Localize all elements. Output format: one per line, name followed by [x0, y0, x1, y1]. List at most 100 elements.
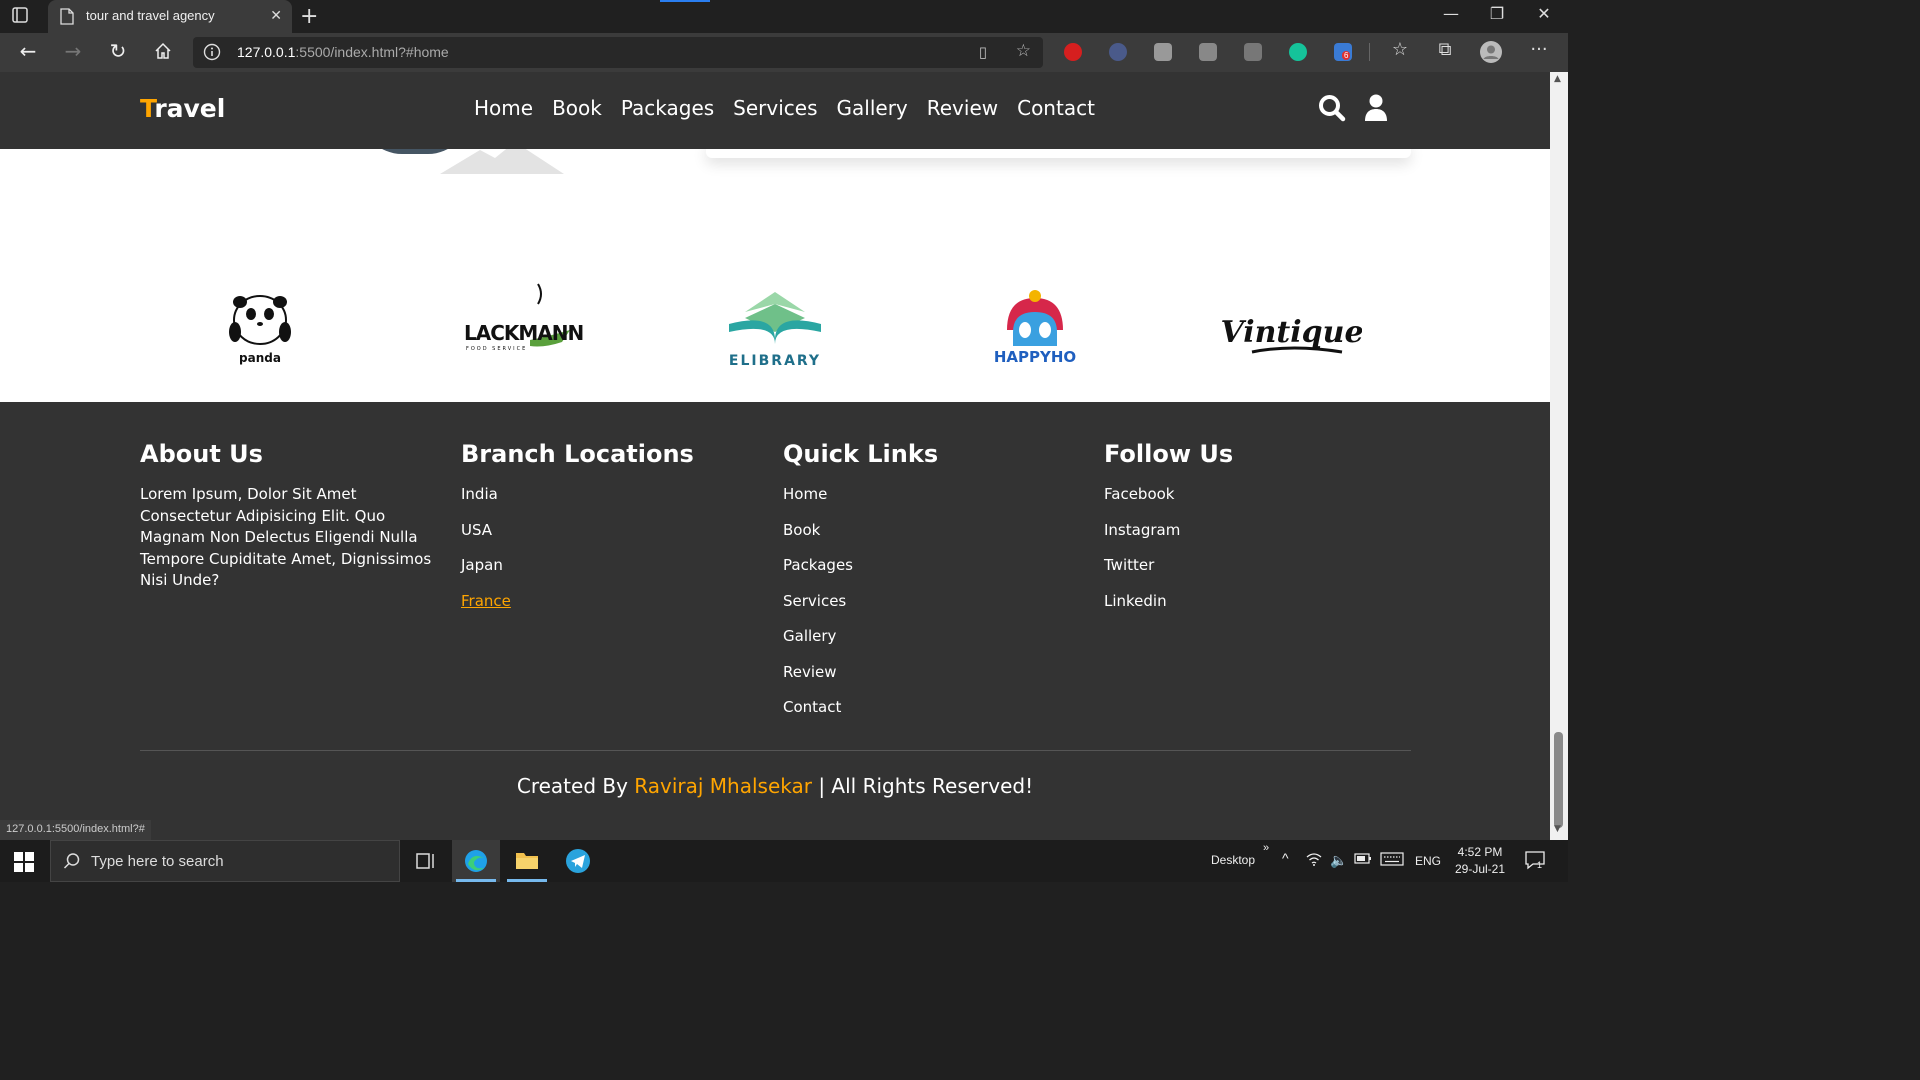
svg-text:FOOD SERVICE: FOOD SERVICE [466, 346, 527, 352]
collections-icon[interactable]: ⧉ [1434, 39, 1456, 60]
notifications-icon[interactable]: 1 [1525, 851, 1547, 874]
nav-book[interactable]: Book [552, 96, 602, 120]
page-viewport: Travel Home Book Packages Services Galle… [0, 72, 1550, 840]
browser-tab-bar: tour and travel agency ✕ + — ❐ ✕ [0, 0, 1568, 33]
nav-packages[interactable]: Packages [621, 96, 714, 120]
svg-text:HAPPYHO: HAPPYHO [994, 348, 1076, 366]
footer-divider [140, 750, 1411, 751]
tab-actions-icon[interactable] [12, 7, 38, 27]
refresh-icon[interactable]: ↻ [104, 39, 132, 65]
nav-services[interactable]: Services [733, 96, 817, 120]
tab-title: tour and travel agency [86, 8, 215, 23]
branch-link-usa[interactable]: USA [461, 520, 761, 556]
brand-lackmann-logo: LACKMANN FOOD SERVICE [448, 282, 588, 372]
file-explorer-icon[interactable] [503, 840, 551, 882]
reading-view-icon[interactable]: ▯ [979, 43, 987, 61]
extension-icon[interactable] [1109, 43, 1127, 61]
taskbar-search[interactable]: Type here to search [50, 840, 400, 882]
edge-browser-icon[interactable] [452, 840, 500, 882]
branch-link-france[interactable]: France [461, 591, 761, 627]
svg-text:LACKMANN: LACKMANN [464, 321, 583, 345]
system-clock[interactable]: 4:52 PM 29-Jul-21 [1448, 844, 1512, 878]
quick-link-book[interactable]: Book [783, 520, 1083, 556]
scroll-down-icon[interactable]: ▼ [1554, 824, 1561, 834]
loading-indicator [660, 0, 710, 2]
site-info-icon[interactable] [203, 43, 221, 65]
nav-gallery[interactable]: Gallery [837, 96, 908, 120]
telegram-icon[interactable] [554, 840, 602, 882]
quick-link-home[interactable]: Home [783, 484, 1083, 520]
follow-link-linkedin[interactable]: Linkedin [1104, 591, 1404, 627]
extension-icon[interactable] [1199, 43, 1217, 61]
favorites-icon[interactable]: ☆ [1389, 39, 1411, 60]
quick-link-contact[interactable]: Contact [783, 697, 1083, 733]
quick-link-gallery[interactable]: Gallery [783, 626, 1083, 662]
follow-link-facebook[interactable]: Facebook [1104, 484, 1404, 520]
quick-link-services[interactable]: Services [783, 591, 1083, 627]
brand-panda-logo: panda [190, 282, 330, 372]
network-icon[interactable] [1306, 852, 1322, 869]
quick-link-packages[interactable]: Packages [783, 555, 1083, 591]
adblock-extension-icon[interactable] [1064, 43, 1082, 61]
new-tab-icon[interactable]: + [300, 4, 318, 29]
settings-more-icon[interactable]: ··· [1528, 39, 1550, 60]
brand-elibrary-logo: ELIBRARY [705, 282, 845, 372]
branch-link-japan[interactable]: Japan [461, 555, 761, 591]
extension-icon[interactable] [1244, 43, 1262, 61]
volume-icon[interactable]: 🔈 [1330, 852, 1347, 869]
url-text[interactable]: 127.0.0.1:5500/index.html?#home [237, 44, 449, 60]
brand-happyho-logo: HAPPYHO [965, 282, 1105, 372]
author-name: Raviraj Mhalsekar [634, 774, 812, 798]
nav-home[interactable]: Home [474, 96, 533, 120]
profile-avatar-icon[interactable] [1480, 41, 1502, 68]
search-icon[interactable] [1318, 94, 1346, 126]
footer-about: About Us Lorem Ipsum, Dolor Sit Amet Con… [140, 440, 440, 592]
extension-icon[interactable]: 6 [1334, 43, 1352, 61]
footer-credit: Created By Raviraj Mhalsekar | All Right… [516, 774, 1034, 798]
task-view-icon[interactable] [400, 840, 448, 882]
home-icon[interactable] [149, 39, 177, 65]
page-scrollbar[interactable]: ▲ ▼ [1550, 72, 1568, 840]
site-logo[interactable]: Travel [140, 94, 225, 123]
nav-review[interactable]: Review [927, 96, 998, 120]
running-indicator [507, 879, 547, 882]
window-close-icon[interactable]: ✕ [1534, 4, 1554, 23]
battery-icon[interactable] [1354, 852, 1372, 867]
brand-vintique-logo: Vintique [1220, 282, 1364, 372]
close-tab-icon[interactable]: ✕ [270, 8, 282, 24]
footer-heading: Branch Locations [461, 440, 694, 468]
footer-branches: Branch Locations India USA Japan France [461, 440, 761, 626]
forward-icon[interactable]: → [59, 39, 87, 65]
browser-tab[interactable]: tour and travel agency ✕ [48, 0, 292, 33]
quick-link-review[interactable]: Review [783, 662, 1083, 698]
header-icons [1318, 94, 1388, 126]
show-hidden-icons-icon[interactable]: ^ [1282, 850, 1289, 866]
address-bar[interactable]: 127.0.0.1:5500/index.html?#home ▯ ☆ [193, 37, 1043, 68]
branch-link-india[interactable]: India [461, 484, 761, 520]
user-icon[interactable] [1364, 94, 1388, 126]
svg-text:panda: panda [239, 351, 281, 365]
desktop-toolbar-label[interactable]: Desktop [1211, 853, 1255, 867]
follow-link-twitter[interactable]: Twitter [1104, 555, 1404, 591]
about-text: Lorem Ipsum, Dolor Sit Amet Consectetur … [140, 485, 432, 589]
restore-icon[interactable]: ❐ [1487, 4, 1507, 23]
keyboard-icon[interactable] [1380, 852, 1404, 869]
scrollbar-thumb[interactable] [1554, 732, 1563, 828]
scroll-up-icon[interactable]: ▲ [1554, 74, 1561, 84]
back-icon[interactable]: ← [14, 39, 42, 65]
language-indicator[interactable]: ENG [1415, 854, 1441, 868]
windows-start-icon[interactable] [14, 852, 34, 876]
add-favorite-icon[interactable]: ☆ [1016, 41, 1031, 61]
minimize-icon[interactable]: — [1441, 4, 1461, 23]
grammarly-extension-icon[interactable] [1289, 43, 1307, 61]
footer-quick-links: Quick Links Home Book Packages Services … [783, 440, 1083, 733]
search-icon [63, 852, 81, 874]
site-footer: About Us Lorem Ipsum, Dolor Sit Amet Con… [0, 402, 1550, 840]
nav-contact[interactable]: Contact [1017, 96, 1095, 120]
svg-text:Vintique: Vintique [1222, 315, 1362, 350]
follow-link-instagram[interactable]: Instagram [1104, 520, 1404, 556]
brand-logos: panda LACKMANN FOOD SERVICE ELIBRARY HAP… [0, 272, 1550, 382]
extension-icon[interactable] [1154, 43, 1172, 61]
svg-text:ELIBRARY: ELIBRARY [729, 353, 821, 369]
chevron-right-icon[interactable]: » [1263, 842, 1269, 854]
